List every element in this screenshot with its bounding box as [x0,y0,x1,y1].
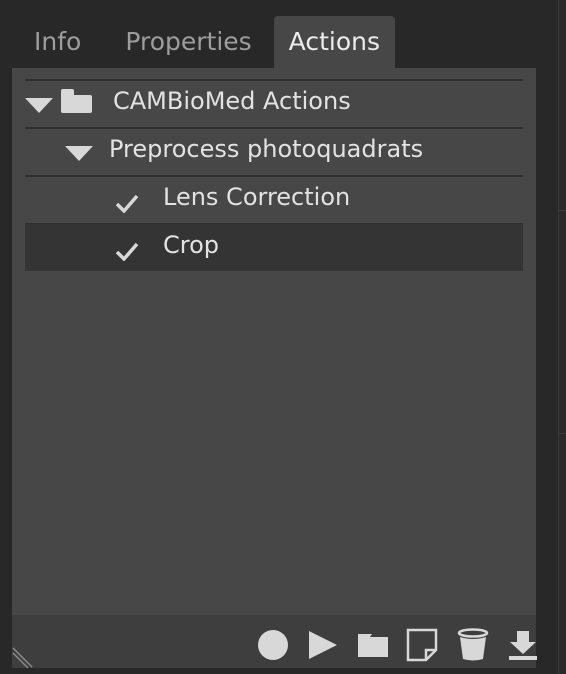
record-icon[interactable] [257,629,289,661]
tab-actions[interactable]: Actions [273,16,395,69]
new-action-icon[interactable] [406,628,438,662]
action-step-row[interactable]: Lens Correction [25,176,523,223]
download-icon[interactable] [507,629,539,661]
action-set-row[interactable]: CAMBioMed Actions [25,80,523,127]
folder-icon[interactable] [357,631,389,659]
step-label: Lens Correction [163,183,351,211]
actions-toolbar [12,615,539,668]
action-label: Preprocess photoquadrats [109,135,424,163]
right-edge-panel [558,0,566,674]
action-set-label: CAMBioMed Actions [113,87,351,115]
actions-panel: CAMBioMed Actions Preprocess photoquadra… [12,68,536,615]
tab-properties[interactable]: Properties [103,16,273,69]
checkmark-icon[interactable] [115,193,139,213]
edge-divider [559,433,566,434]
expand-triangle-icon[interactable] [25,98,53,113]
panel-tabs: Info Properties Actions [12,16,395,69]
tab-info[interactable]: Info [12,16,103,69]
resize-grip-icon[interactable] [12,644,36,668]
action-row[interactable]: Preprocess photoquadrats [25,128,523,175]
expand-triangle-icon[interactable] [65,146,93,161]
checkmark-icon[interactable] [115,241,139,261]
folder-icon [61,89,92,113]
play-icon[interactable] [307,629,339,661]
trash-icon[interactable] [457,628,489,662]
edge-divider [559,210,566,211]
action-step-row-selected[interactable]: Crop [25,224,523,271]
step-label: Crop [163,231,220,259]
